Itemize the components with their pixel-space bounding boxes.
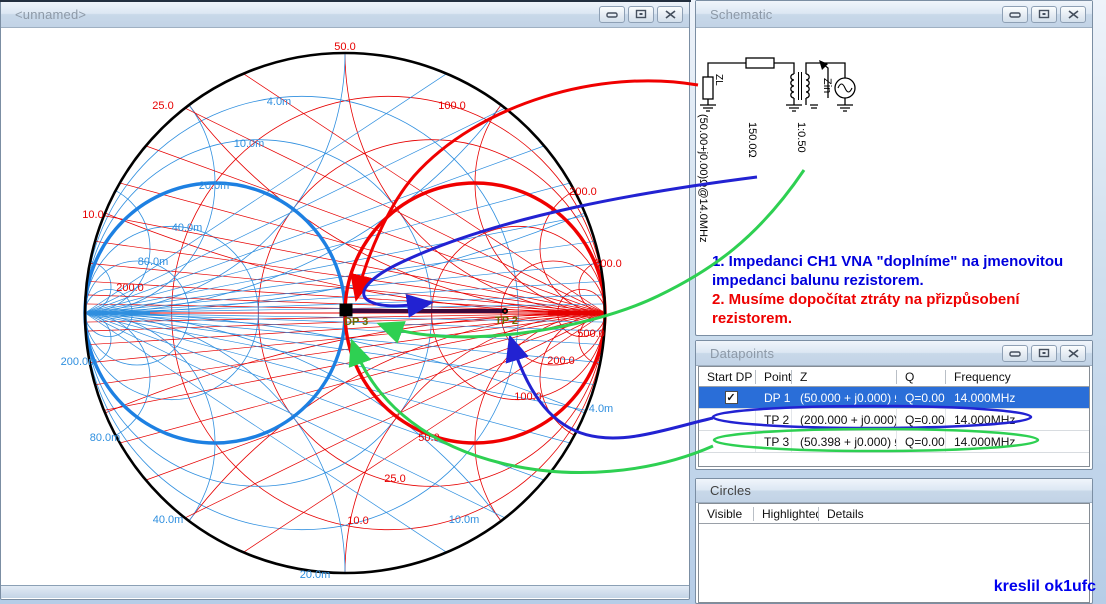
note-line: impedanci balunu rezistorem. <box>712 271 1096 290</box>
cell-point: DP 1 <box>756 387 792 408</box>
cell-point: TP 2 <box>756 409 792 430</box>
close-button[interactable] <box>1060 345 1086 362</box>
maximize-button[interactable] <box>1031 6 1057 23</box>
cell-q: Q=0.000 <box>897 431 946 452</box>
cell-q: Q=0.000 <box>897 387 946 408</box>
cell-z: (50.398 + j0.000) Ω <box>792 431 897 452</box>
desktop-edge <box>0 0 691 2</box>
close-button[interactable] <box>1060 6 1086 23</box>
schematic-title: Schematic <box>702 7 773 22</box>
schematic-titlebar[interactable]: Schematic <box>696 1 1092 28</box>
maximize-button[interactable] <box>628 6 654 23</box>
maximize-icon <box>1038 348 1050 358</box>
circles-table-header: Visible Highlighted Details <box>699 504 1089 524</box>
annotation-notes: 1. Impedanci CH1 VNA "doplníme" na jmeno… <box>712 252 1096 328</box>
circles-titlebar[interactable]: Circles <box>696 479 1092 503</box>
column-header-visible[interactable]: Visible <box>699 507 754 521</box>
minimize-icon <box>1009 10 1021 19</box>
datapoints-window: Datapoints Start DP Point Z Q Frequency … <box>695 340 1093 470</box>
cell-frequency: 14.000MHz <box>946 409 1089 430</box>
minimize-icon <box>606 10 618 19</box>
cell-point: TP 3 <box>756 431 792 452</box>
smith-chart-window: <unnamed> <box>0 0 690 600</box>
minimize-button[interactable] <box>1002 345 1028 362</box>
cell-frequency: 14.000MHz <box>946 387 1089 408</box>
column-header-point[interactable]: Point <box>756 370 792 384</box>
cell-frequency: 14.000MHz <box>946 431 1089 452</box>
column-header-frequency[interactable]: Frequency <box>946 370 1089 384</box>
note-line: 2. Musíme dopočítat ztráty na přizpůsobe… <box>712 290 1096 309</box>
table-row-tp2[interactable]: TP 2 (200.000 + j0.000) Ω Q=0.000 14.000… <box>699 409 1089 431</box>
start-dp-checkbox[interactable]: ✓ <box>725 391 738 404</box>
circles-title: Circles <box>702 483 751 498</box>
datapoints-titlebar[interactable]: Datapoints <box>696 341 1092 366</box>
cell-z: (200.000 + j0.000) Ω <box>792 409 897 430</box>
datapoints-title: Datapoints <box>702 346 774 361</box>
maximize-icon <box>635 9 647 19</box>
datapoints-table-header: Start DP Point Z Q Frequency <box>699 367 1089 387</box>
column-header-q[interactable]: Q <box>897 370 946 384</box>
smith-chart-client-area[interactable] <box>1 28 689 585</box>
minimize-icon <box>1009 349 1021 358</box>
close-icon <box>1068 349 1079 358</box>
column-header-start-dp[interactable]: Start DP <box>699 370 756 384</box>
close-icon <box>665 10 676 19</box>
check-icon: ✓ <box>726 391 735 404</box>
cell-z: (50.000 + j0.000) Ω <box>792 387 897 408</box>
column-header-highlighted[interactable]: Highlighted <box>754 507 819 521</box>
main-window-title: <unnamed> <box>7 7 86 22</box>
minimize-button[interactable] <box>599 6 625 23</box>
author-credit: kreslil ok1ufc <box>994 578 1096 596</box>
note-line: rezistorem. <box>712 309 1096 328</box>
maximize-button[interactable] <box>1031 345 1057 362</box>
cell-q: Q=0.000 <box>897 409 946 430</box>
main-window-titlebar[interactable]: <unnamed> <box>1 1 689 28</box>
table-row-tp3[interactable]: TP 3 (50.398 + j0.000) Ω Q=0.000 14.000M… <box>699 431 1089 453</box>
maximize-icon <box>1038 9 1050 19</box>
window-bottom-frame <box>1 585 689 598</box>
minimize-button[interactable] <box>1002 6 1028 23</box>
column-header-details[interactable]: Details <box>819 507 1089 521</box>
column-header-z[interactable]: Z <box>792 370 897 384</box>
table-row-dp1[interactable]: ✓ DP 1 (50.000 + j0.000) Ω Q=0.000 14.00… <box>699 387 1089 409</box>
datapoints-table: Start DP Point Z Q Frequency ✓ DP 1 (50.… <box>698 366 1090 467</box>
close-icon <box>1068 10 1079 19</box>
note-line: 1. Impedanci CH1 VNA "doplníme" na jmeno… <box>712 252 1096 271</box>
close-button[interactable] <box>657 6 683 23</box>
